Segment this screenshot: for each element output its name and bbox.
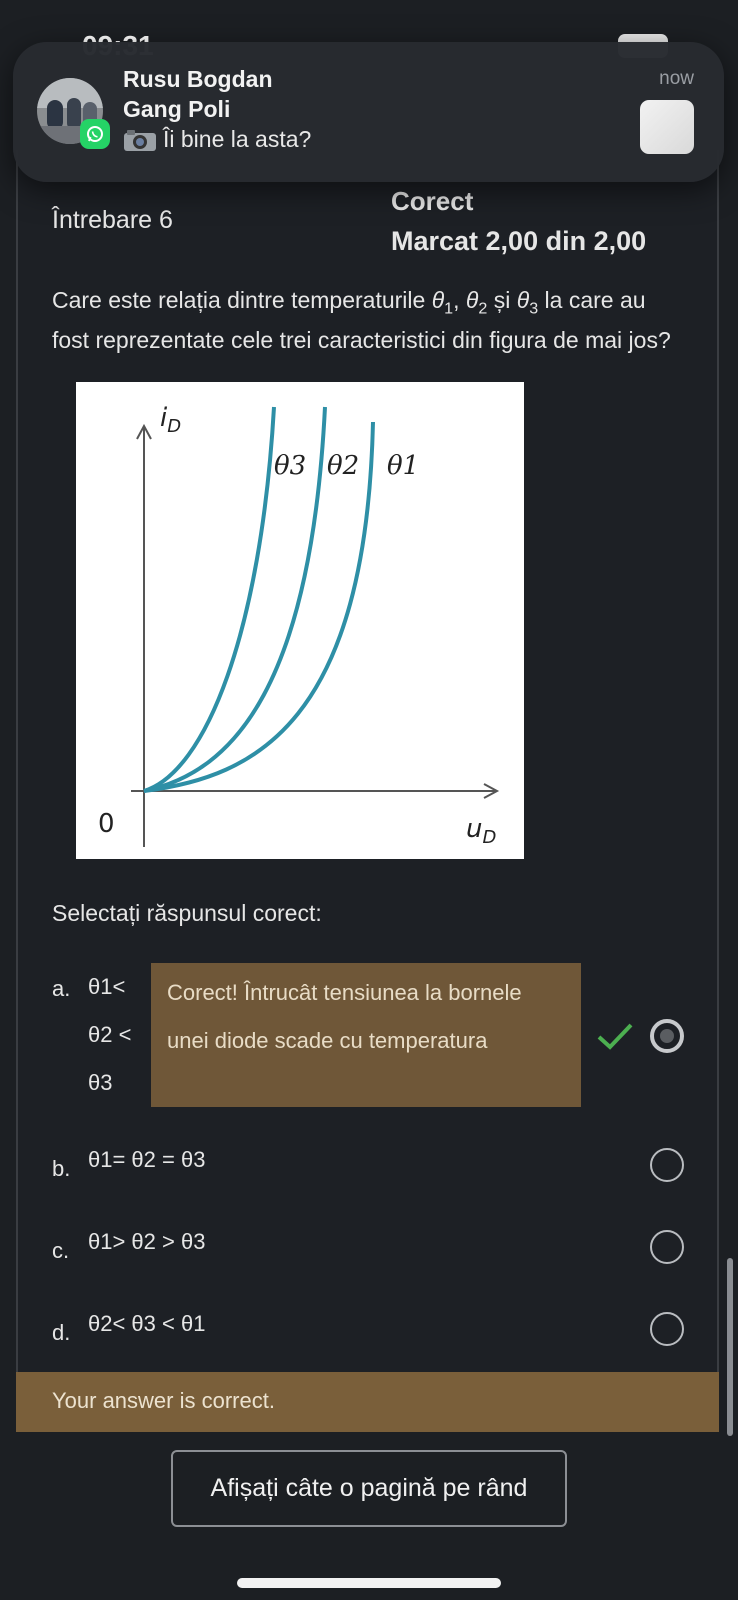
label-theta2: θ2: [327, 451, 359, 481]
scrollbar[interactable]: [727, 1258, 733, 1436]
attachment-thumbnail: [640, 100, 694, 154]
check-icon: [597, 1023, 633, 1050]
show-one-page-button[interactable]: Afișați câte o pagină pe rând: [171, 1450, 567, 1527]
whatsapp-notification[interactable]: Rusu Bogdan Gang Poli Îi bine la asta? n…: [13, 42, 724, 182]
question-grade: Marcat 2,00 din 2,00: [391, 226, 647, 256]
label-theta1: θ1: [387, 451, 419, 481]
select-prompt: Selectați răspunsul corect:: [52, 900, 322, 926]
result-text: Your answer is correct.: [52, 1388, 275, 1413]
option-d-letter: d.: [52, 1320, 71, 1345]
notification-time: now: [659, 68, 694, 89]
option-d-radio[interactable]: [650, 1312, 684, 1346]
option-a-letter: a.: [52, 976, 71, 1001]
option-c-text[interactable]: θ1> θ2 > θ3: [88, 1218, 205, 1266]
option-b-radio[interactable]: [650, 1148, 684, 1182]
y-axis-label: iD: [160, 403, 181, 437]
question-number: Întrebare 6: [52, 206, 173, 234]
notification-sender: Rusu Bogdan: [123, 66, 273, 92]
option-b-letter: b.: [52, 1156, 71, 1181]
notification-message: Îi bine la asta?: [123, 126, 311, 153]
notification-group: Gang Poli: [123, 96, 231, 122]
notification-text: Îi bine la asta?: [163, 126, 312, 152]
question-text: Care este relația dintre temperaturile θ…: [52, 287, 671, 353]
diode-characteristics-figure: iD uD 0 θ3 θ2 θ1: [76, 382, 524, 859]
question-status: Corect: [391, 186, 474, 216]
option-a-radio[interactable]: [650, 1019, 684, 1053]
option-b-text[interactable]: θ1= θ2 = θ3: [88, 1136, 205, 1184]
whatsapp-icon: [80, 119, 110, 149]
curve-theta3: [143, 406, 276, 793]
home-indicator[interactable]: [237, 1578, 501, 1588]
option-a-feedback: Corect! Întrucât tensiunea la bornele un…: [151, 963, 581, 1107]
option-c-radio[interactable]: [650, 1230, 684, 1264]
label-theta3: θ3: [274, 451, 306, 481]
result-banner: Your answer is correct.: [16, 1372, 719, 1432]
option-d-text[interactable]: θ2< θ3 < θ1: [88, 1300, 205, 1348]
origin-label: 0: [98, 809, 115, 839]
x-axis-label: uD: [466, 814, 496, 848]
camera-icon: [124, 129, 156, 151]
option-c-letter: c.: [52, 1238, 70, 1263]
option-a-text[interactable]: θ1< θ2 < θ3: [88, 963, 148, 1107]
